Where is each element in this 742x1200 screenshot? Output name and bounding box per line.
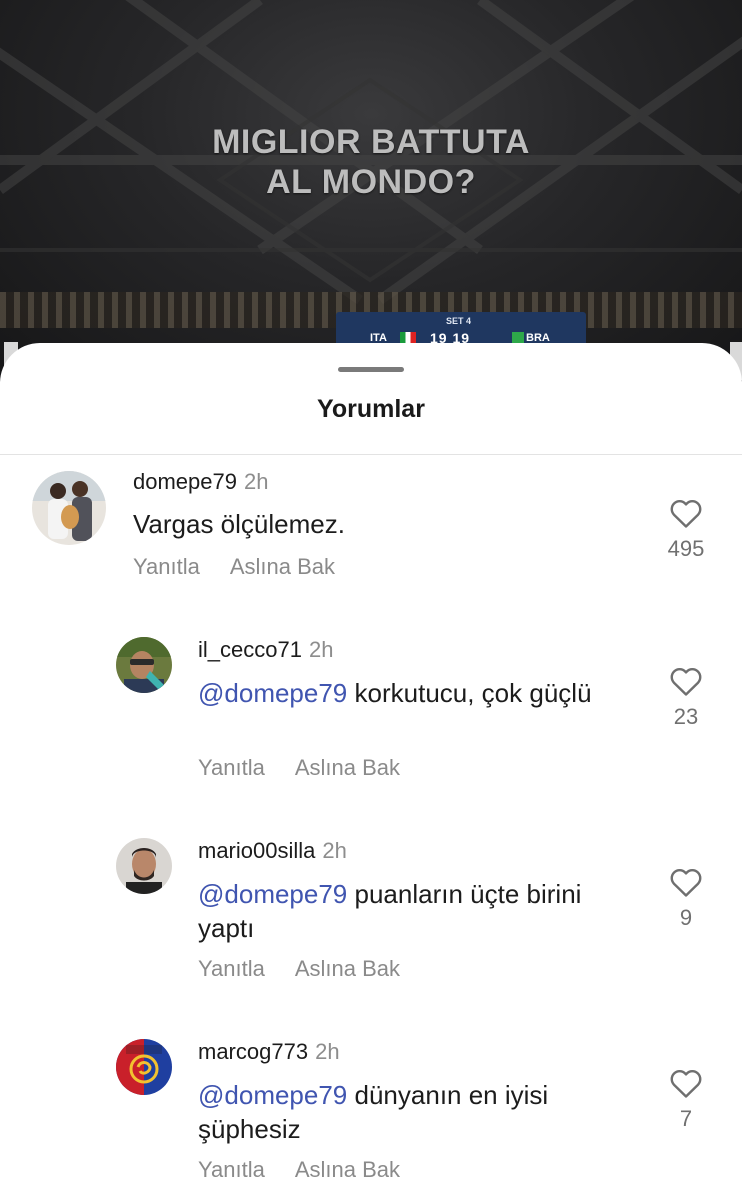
comment-actions: Yanıtla Aslına Bak [133,554,365,580]
avatar[interactable] [116,637,172,693]
avatar-photo-icon [32,471,106,545]
reply-button[interactable]: Yanıtla [198,755,265,780]
comments-sheet: Yorumlar domepe79 2h Vargas ölçülemez. Ya… [0,343,742,1200]
scoreboard-set: SET 4 [446,316,472,326]
comment-body: Vargas ölçülemez. [133,509,345,539]
reply-button[interactable]: Yanıtla [198,1157,265,1182]
avatar-photo-icon [116,838,172,894]
comment-item: domepe79 2h Vargas ölçülemez. Yanıtla Aslı… [0,467,742,617]
username-row: domepe79 2h [133,469,268,495]
comment-body: korkutucu, çok güçlü [354,678,592,708]
mention-link[interactable]: @domepe79 [198,879,347,909]
timestamp: 2h [308,637,334,662]
avatar[interactable] [32,471,106,545]
brazil-flag-icon [512,332,524,343]
heart-outline-icon[interactable] [669,866,703,898]
like-count: 7 [679,1106,693,1131]
reply-item: marcog773 2h @domepe79 dünyanın en iyisi … [0,1037,742,1187]
username-row: mario00silla 2h [198,838,347,864]
caption-line-2: AL MONDO? [266,163,476,201]
see-original-button[interactable]: Aslına Bak [295,1157,400,1182]
see-original-button[interactable]: Aslına Bak [295,755,400,780]
username-row: il_cecco71 2h [198,637,333,663]
username[interactable]: mario00silla [198,838,315,863]
avatar[interactable] [116,838,172,894]
like-control: 23 [650,665,722,730]
comment-actions: Yanıtla Aslına Bak [198,755,430,781]
video-background[interactable]: MIGLIOR BATTUTA AL MONDO? SET 4 ITA 19 1… [0,0,742,380]
reply-button[interactable]: Yanıtla [133,554,200,579]
like-count: 495 [667,536,705,561]
comment-text: @domepe79 dünyanın en iyisi şüphesiz [198,1078,618,1146]
see-original-button[interactable]: Aslına Bak [230,554,335,579]
like-count: 23 [673,704,699,729]
sheet-drag-handle[interactable] [338,367,404,372]
reply-button[interactable]: Yanıtla [198,956,265,981]
timestamp: 2h [315,1039,340,1064]
comment-text: Vargas ölçülemez. [133,507,553,541]
reply-item: il_cecco71 2h @domepe79 korkutucu, çok gü… [0,635,742,785]
video-caption: MIGLIOR BATTUTA AL MONDO? [0,122,742,202]
comment-text: @domepe79 korkutucu, çok güçlü [198,676,618,710]
sheet-divider [0,454,742,455]
username[interactable]: il_cecco71 [198,637,302,662]
heart-outline-icon[interactable] [669,665,703,697]
mention-link[interactable]: @domepe79 [198,678,347,708]
comment-actions: Yanıtla Aslına Bak [198,1157,430,1183]
username[interactable]: domepe79 [133,469,237,494]
avatar-photo-icon [116,637,172,693]
like-count: 9 [679,905,693,930]
comment-text: @domepe79 puanların üçte birini yaptı [198,877,618,945]
username-row: marcog773 2h [198,1039,340,1065]
like-control: 495 [650,497,722,562]
heart-outline-icon[interactable] [669,497,703,529]
sheet-title: Yorumlar [317,395,425,423]
timestamp: 2h [322,838,347,863]
comment-actions: Yanıtla Aslına Bak [198,956,430,982]
club-logo-icon [116,1039,172,1095]
like-control: 7 [650,1067,722,1132]
username[interactable]: marcog773 [198,1039,308,1064]
caption-line-1: MIGLIOR BATTUTA [212,123,530,161]
heart-outline-icon[interactable] [669,1067,703,1099]
timestamp: 2h [243,469,269,494]
like-control: 9 [650,866,722,931]
reply-item: mario00silla 2h @domepe79 puanların üçte … [0,836,742,986]
italy-flag-icon [400,332,416,343]
avatar[interactable] [116,1039,172,1095]
mention-link[interactable]: @domepe79 [198,1080,347,1110]
see-original-button[interactable]: Aslına Bak [295,956,400,981]
